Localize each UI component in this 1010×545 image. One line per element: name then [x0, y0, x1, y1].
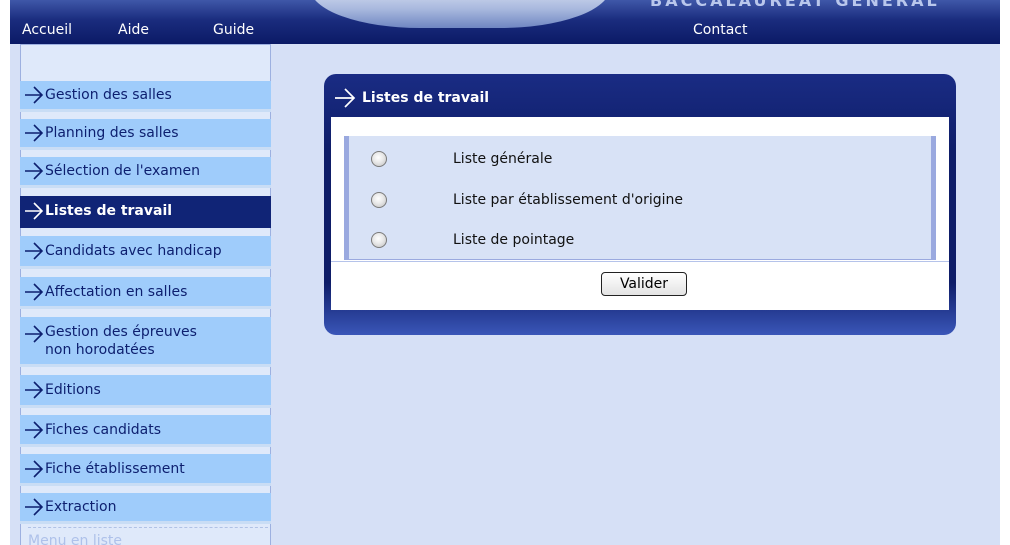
option-label: Liste par établissement d'origine [453, 192, 684, 208]
panel-title: Listes de travail [362, 90, 490, 106]
header-decoration [310, 0, 610, 28]
option-liste-generale[interactable]: Liste générale [349, 139, 931, 179]
arrow-right-icon [25, 459, 44, 478]
arrow-right-icon [25, 162, 44, 180]
radio-button[interactable] [371, 151, 387, 167]
button-row: Valider [331, 261, 949, 301]
sidebar-item-label: Listes de travail [45, 202, 173, 219]
option-label: Liste générale [453, 151, 553, 167]
arrow-right-icon [25, 498, 44, 516]
sidebar-item-candidats-handicap[interactable]: Candidats avec handicap [20, 236, 271, 269]
arrow-right-icon [335, 88, 356, 108]
sidebar-item-label: Fiches candidats [45, 421, 162, 438]
options-list: Liste générale Liste par établissement d… [344, 136, 936, 260]
option-liste-pointage[interactable]: Liste de pointage [349, 220, 931, 260]
radio-button[interactable] [371, 232, 387, 248]
sidebar-item-label: Planning des salles [45, 125, 179, 141]
arrow-right-icon [25, 381, 44, 399]
arrow-right-icon [25, 420, 44, 439]
validate-button[interactable]: Valider [601, 272, 687, 296]
sidebar-item-fiches-candidats[interactable]: Fiches candidats [20, 415, 271, 447]
option-liste-etablissement[interactable]: Liste par établissement d'origine [349, 180, 931, 220]
sidebar-item-label: Gestion des salles [45, 87, 172, 103]
option-label: Liste de pointage [453, 232, 575, 248]
nav-accueil-link[interactable]: Accueil [22, 22, 72, 38]
sidebar-item-affectation-salles[interactable]: Affectation en salles [20, 277, 271, 309]
sidebar-item-label: Editions [45, 382, 101, 398]
sidebar-item-selection-examen[interactable]: Sélection de l'examen [20, 157, 271, 188]
arrow-right-icon [25, 124, 44, 142]
sidebar-item-label: Sélection de l'examen [45, 163, 201, 179]
nav-aide-link[interactable]: Aide [118, 22, 149, 38]
sidebar-item-label: Gestion des épreuves non horodatées [45, 324, 197, 358]
nav-contact-link[interactable]: Contact [693, 22, 747, 38]
sidebar-item-label: Extraction [45, 499, 117, 515]
sidebar-item-editions[interactable]: Editions [20, 375, 271, 408]
sidebar-item-extraction[interactable]: Extraction [20, 493, 271, 524]
panel-header: Listes de travail [334, 84, 489, 112]
menu-list-label: Menu en liste [28, 533, 123, 545]
nav-guide-link[interactable]: Guide [213, 22, 254, 38]
sidebar-item-label: Affectation en salles [45, 283, 188, 300]
radio-button[interactable] [371, 192, 387, 208]
top-navigation-bar: BACCALAURÉAT GÉNÉRAL [10, 0, 1000, 44]
sidebar-item-fiche-etablissement[interactable]: Fiche établissement [20, 454, 271, 486]
arrow-right-icon [25, 282, 44, 301]
sidebar-item-listes-travail[interactable]: Listes de travail [20, 196, 271, 228]
panel-content: Liste générale Liste par établissement d… [331, 117, 949, 310]
sidebar-item-label: Candidats avec handicap [45, 243, 222, 259]
sidebar-item-label: Fiche établissement [45, 460, 185, 477]
sidebar-item-gestion-salles[interactable]: Gestion des salles [20, 81, 271, 112]
arrow-right-icon [25, 201, 44, 220]
sidebar-item-gestion-epreuves[interactable]: Gestion des épreuves non horodatées [20, 317, 271, 367]
exam-banner: BACCALAURÉAT GÉNÉRAL [650, 0, 940, 10]
menu-list-link[interactable]: Menu en liste [28, 527, 268, 545]
worklists-panel: Listes de travail Liste générale Liste p… [324, 74, 956, 335]
arrow-right-icon [25, 325, 44, 343]
arrow-right-icon [25, 86, 44, 104]
arrow-right-icon [25, 242, 44, 260]
sidebar-item-planning-salles[interactable]: Planning des salles [20, 119, 271, 150]
